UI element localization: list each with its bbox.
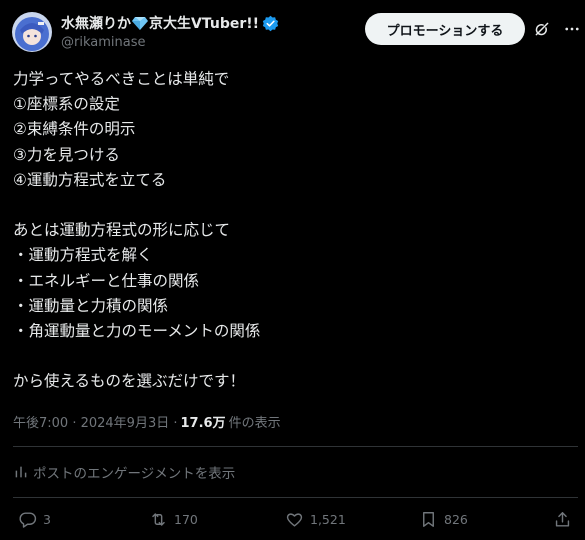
post-line-blank bbox=[13, 344, 573, 369]
post-metadata: 午後7:00 · 2024年9月3日 · 17.6万 件の表示 bbox=[13, 412, 281, 431]
user-handle[interactable]: @rikaminase bbox=[61, 35, 145, 50]
like-count: 1,521 bbox=[310, 512, 346, 527]
reply-count: 3 bbox=[43, 512, 51, 527]
post-timestamp[interactable]: 午後7:00 · 2024年9月3日 · bbox=[13, 412, 177, 431]
view-engagements-label: ポストのエンゲージメントを表示 bbox=[33, 466, 236, 482]
post-line: ・運動方程式を解く bbox=[13, 246, 153, 265]
heart-icon bbox=[286, 513, 303, 527]
bookmark-count: 826 bbox=[444, 512, 468, 527]
analytics-icon bbox=[15, 466, 27, 478]
repost-count: 170 bbox=[174, 512, 198, 527]
action-bar: 3 170 1,521 826 bbox=[0, 510, 585, 536]
post-line: から使えるものを選ぶだけです！ bbox=[13, 372, 246, 391]
post-line: ④運動方程式を立てる bbox=[13, 170, 167, 189]
verified-badge-icon bbox=[262, 15, 279, 31]
reply-icon bbox=[19, 512, 37, 528]
promote-button[interactable]: プロモーションする bbox=[365, 13, 525, 45]
grok-icon[interactable] bbox=[533, 20, 551, 38]
post-line: あとは運動方程式の形に応じて bbox=[13, 221, 231, 240]
repost-button[interactable]: 170 bbox=[149, 510, 198, 529]
more-options-icon[interactable] bbox=[563, 20, 581, 38]
post-line-blank bbox=[13, 193, 573, 218]
diamond-icon bbox=[132, 17, 148, 30]
view-engagements-link[interactable]: ポストのエンゲージメントを表示 bbox=[13, 462, 235, 482]
view-count: 17.6万 bbox=[180, 416, 226, 431]
post-line: ②束縛条件の明示 bbox=[13, 120, 136, 139]
like-button[interactable]: 1,521 bbox=[285, 510, 346, 529]
post-text: 力学ってやるべきことは単純で ①座標系の設定 ②束縛条件の明示 ③力を見つける … bbox=[13, 67, 573, 394]
avatar[interactable] bbox=[12, 12, 52, 52]
post-line: 力学ってやるべきことは単純で bbox=[13, 70, 230, 88]
post-line: ・角運動量と力のモーメントの関係 bbox=[13, 321, 261, 340]
view-count-label: 件の表示 bbox=[228, 416, 281, 431]
display-name-prefix: 水無瀬りか bbox=[61, 16, 131, 32]
divider bbox=[13, 497, 578, 498]
divider bbox=[13, 446, 578, 447]
post-line: ①座標系の設定 bbox=[13, 95, 120, 114]
avatar-image bbox=[12, 12, 52, 52]
display-name[interactable]: 水無瀬りか 京大生VTuber!! bbox=[61, 13, 279, 33]
display-name-suffix: 京大生VTuber!! bbox=[149, 16, 260, 32]
post-line: ③力を見つける bbox=[13, 145, 120, 164]
post-line: ・運動量と力積の関係 bbox=[13, 296, 169, 315]
share-icon bbox=[555, 512, 570, 527]
post-header: 水無瀬りか 京大生VTuber!! @rikaminase プロモーションする bbox=[0, 0, 585, 62]
post-line: ・エネルギーと仕事の関係 bbox=[13, 271, 200, 290]
repost-icon bbox=[152, 513, 165, 526]
share-button[interactable] bbox=[553, 510, 578, 529]
bookmark-button[interactable]: 826 bbox=[419, 510, 468, 529]
bookmark-icon bbox=[423, 512, 434, 527]
reply-button[interactable]: 3 bbox=[18, 510, 51, 529]
